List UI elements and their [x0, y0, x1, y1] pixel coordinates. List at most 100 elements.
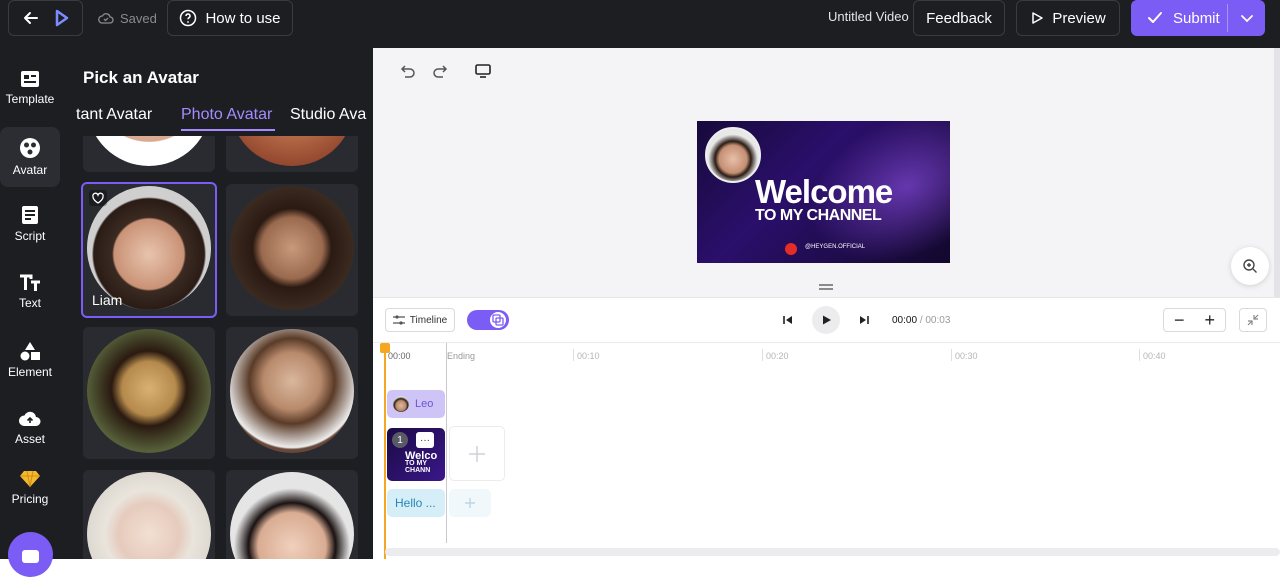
submit-label: Submit — [1173, 9, 1220, 27]
avatar-card[interactable] — [226, 184, 358, 316]
timeline-button[interactable]: Timeline — [385, 308, 455, 332]
avatar-card[interactable] — [83, 470, 215, 559]
scene-view-toggle[interactable] — [467, 310, 509, 330]
rail-label-asset: Asset — [14, 432, 45, 446]
zoom-button[interactable] — [1231, 247, 1269, 285]
youtube-icon — [785, 243, 797, 255]
saved-label: Saved — [120, 10, 157, 26]
tick-label: 00:10 — [577, 351, 600, 361]
time-display: 00:00 / 00:03 — [892, 315, 950, 326]
rail-item-element[interactable]: Element — [0, 330, 60, 390]
script-icon — [22, 206, 38, 224]
avatar-name: Liam — [92, 292, 123, 308]
avatar-photo — [230, 472, 354, 559]
canvas-area: Welcome TO MY CHANNEL @HEYGEN.OFFICIAL — [373, 48, 1280, 297]
tab-photo-avatar-label: Photo Avatar — [181, 106, 273, 123]
resize-handle-icon[interactable] — [819, 284, 833, 290]
tab-photo-avatar[interactable]: Photo Avatar — [181, 106, 275, 131]
app-logo-icon[interactable] — [51, 8, 71, 28]
tab-instant-avatar[interactable]: tant Avatar — [76, 106, 152, 124]
feedback-label: Feedback — [926, 9, 992, 27]
feedback-button[interactable]: Feedback — [913, 0, 1005, 36]
toggle-knob — [490, 312, 506, 328]
add-scene-button[interactable] — [449, 426, 505, 481]
scene-more-button[interactable]: ··· — [416, 432, 434, 448]
undo-icon[interactable] — [398, 62, 416, 80]
current-time: 00:00 — [892, 315, 918, 326]
monitor-icon[interactable] — [474, 62, 492, 80]
fit-timeline-button[interactable] — [1239, 308, 1267, 332]
text-clip[interactable]: Hello ... — [387, 489, 445, 517]
vertical-scrollbar[interactable] — [1274, 48, 1280, 298]
how-to-use-button[interactable]: How to use — [167, 0, 293, 36]
avatar-thumbnail — [393, 396, 409, 412]
submit-divider — [1227, 4, 1228, 32]
active-tab-underline — [181, 129, 275, 131]
tick-mark — [573, 349, 574, 361]
horizontal-scrollbar[interactable] — [385, 548, 1280, 556]
preview-headline: Welcome — [755, 173, 893, 210]
diamond-icon — [20, 470, 40, 488]
tick-mark — [762, 349, 763, 361]
rail-item-script[interactable]: Script — [0, 194, 60, 254]
rail-label-template: Template — [5, 92, 55, 106]
preview-avatar[interactable] — [705, 127, 761, 183]
zoom-in-icon — [1243, 259, 1257, 273]
rail-label-script: Script — [14, 229, 46, 243]
briefcase-icon — [22, 550, 39, 563]
preview-handle: @HEYGEN.OFFICIAL — [805, 244, 866, 250]
avatar-card[interactable] — [226, 470, 358, 559]
playhead[interactable] — [380, 343, 390, 559]
avatar-photo — [230, 329, 354, 453]
help-circle-icon — [180, 9, 197, 27]
skip-forward-button[interactable] — [853, 309, 875, 331]
redo-icon[interactable] — [432, 62, 450, 80]
add-text-button[interactable] — [449, 489, 491, 517]
avatar-photo — [230, 186, 354, 310]
tick-label: 00:30 — [955, 351, 978, 361]
avatar-photo — [87, 472, 211, 559]
avatar-icon — [20, 138, 40, 158]
plus-icon — [465, 498, 475, 508]
sliders-icon — [392, 315, 405, 325]
text-icon — [20, 274, 40, 291]
back-home-button[interactable] — [8, 0, 83, 36]
playhead-handle[interactable] — [380, 343, 390, 353]
play-outline-icon — [1032, 12, 1044, 24]
zoom-in-button[interactable]: + — [1204, 310, 1215, 331]
rail-item-asset[interactable]: Asset — [0, 398, 60, 458]
play-button[interactable] — [812, 306, 840, 334]
rail-item-text[interactable]: Text — [0, 262, 60, 322]
preview-button[interactable]: Preview — [1016, 0, 1120, 36]
scene-clip[interactable]: 1 ··· Welco TO MY CHANN — [387, 428, 445, 481]
rail-item-pricing[interactable]: Pricing — [0, 458, 60, 518]
preview-subline: TO MY CHANNEL — [755, 207, 882, 224]
account-button[interactable] — [8, 532, 53, 577]
rail-item-avatar[interactable]: Avatar — [0, 127, 60, 187]
tab-studio-avatar[interactable]: Studio Ava — [290, 106, 366, 124]
skip-back-button[interactable] — [777, 309, 799, 331]
tick-label: 00:40 — [1143, 351, 1166, 361]
avatar-card[interactable] — [226, 327, 358, 459]
element-icon — [20, 342, 40, 361]
tick-label-ending: Ending — [447, 351, 476, 361]
zoom-out-button[interactable]: − — [1174, 310, 1185, 331]
panel-title: Pick an Avatar — [83, 68, 199, 87]
avatar-card-liam[interactable]: Liam — [81, 182, 217, 318]
heart-icon[interactable] — [89, 190, 107, 206]
scene-number: 1 — [392, 432, 408, 448]
play-icon — [823, 315, 831, 325]
video-preview[interactable]: Welcome TO MY CHANNEL @HEYGEN.OFFICIAL — [697, 121, 950, 263]
arrow-left-icon[interactable] — [22, 9, 40, 27]
submit-button[interactable]: Submit — [1131, 0, 1265, 36]
timeline-zoom-control: − + — [1163, 308, 1226, 332]
chevron-down-icon[interactable] — [1239, 10, 1255, 26]
video-title[interactable]: Untitled Video — [828, 9, 909, 24]
avatar-card[interactable] — [83, 327, 215, 459]
avatar-tabs: tant Avatar Photo Avatar Studio Ava — [68, 106, 373, 132]
total-time: / 00:03 — [919, 315, 951, 326]
rail-item-template[interactable]: Template — [0, 58, 60, 118]
scene-thumb-subline: TO MY CHANN — [405, 460, 431, 474]
rail-label-element: Element — [7, 365, 53, 379]
avatar-clip[interactable]: Leo — [387, 390, 445, 418]
